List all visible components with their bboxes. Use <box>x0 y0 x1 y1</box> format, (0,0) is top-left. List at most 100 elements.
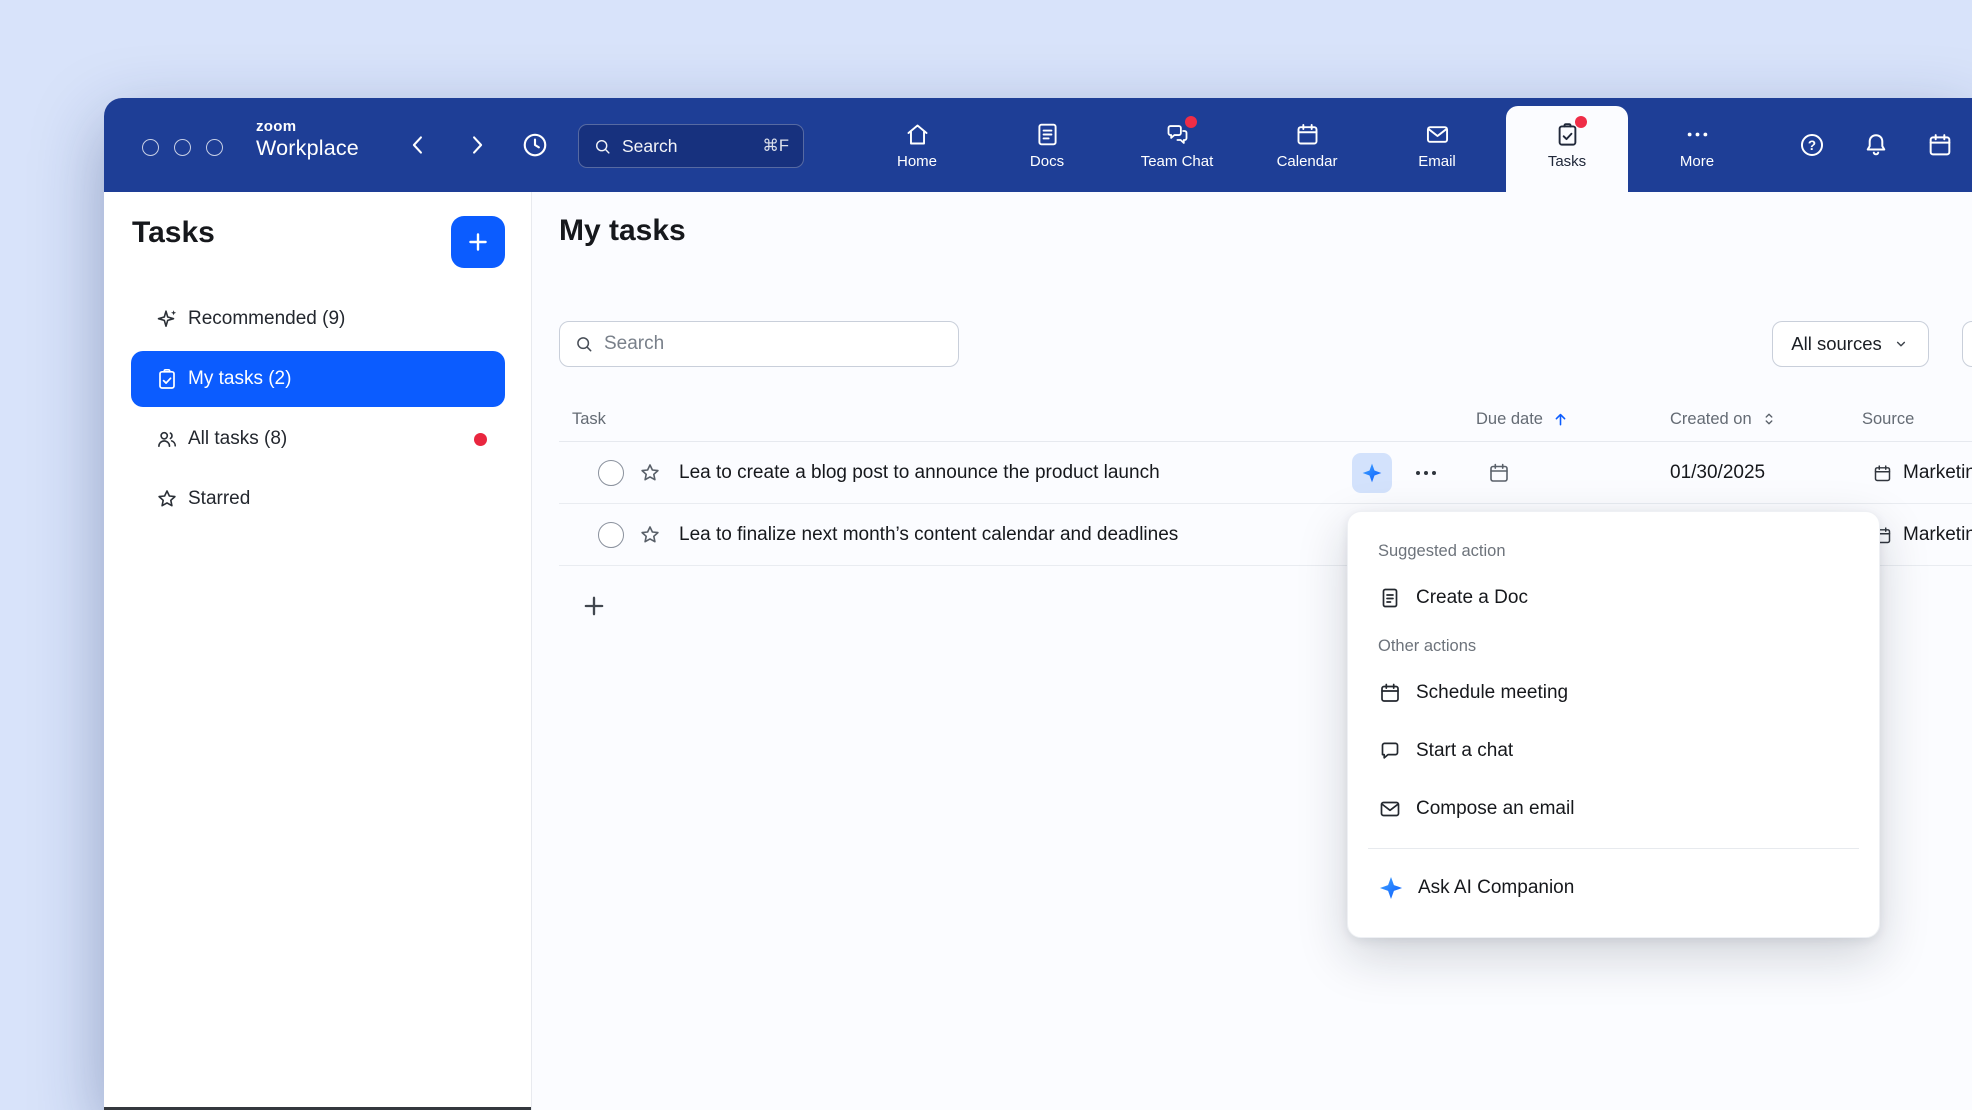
global-search-button[interactable]: Search ⌘F <box>578 124 804 168</box>
menu-item-label: Compose an email <box>1416 798 1574 820</box>
column-header-task[interactable]: Task <box>572 396 606 442</box>
forward-button[interactable] <box>463 131 491 159</box>
window-header: zoom Workplace Search ⌘F Home <box>104 98 1972 192</box>
search-icon <box>574 334 594 354</box>
desktop-background: zoom Workplace Search ⌘F Home <box>0 0 1972 1110</box>
email-icon <box>1378 797 1402 821</box>
people-icon <box>155 427 179 451</box>
doc-icon <box>1378 586 1402 610</box>
nav-label: Home <box>897 154 937 169</box>
task-row: Lea to create a blog post to announce th… <box>559 442 1972 504</box>
logo-zoom-text: zoom <box>256 118 359 135</box>
task-title[interactable]: Lea to finalize next month’s content cal… <box>679 504 1178 566</box>
menu-item-start-chat[interactable]: Start a chat <box>1348 722 1879 780</box>
tasks-icon <box>1554 121 1581 148</box>
header-right-actions: ? <box>1798 131 1954 159</box>
chevron-down-icon <box>1892 335 1910 353</box>
page-title: My tasks <box>559 214 686 248</box>
task-more-actions-button[interactable] <box>1404 453 1448 493</box>
nav-docs[interactable]: Docs <box>982 98 1112 192</box>
task-complete-checkbox[interactable] <box>598 460 624 486</box>
clipped-filter-button[interactable] <box>1962 321 1972 367</box>
task-title[interactable]: Lea to create a blog post to announce th… <box>679 442 1160 504</box>
sidebar-item-my-tasks[interactable]: My tasks (2) <box>131 351 505 407</box>
help-button[interactable]: ? <box>1798 131 1826 159</box>
nav-tasks[interactable]: Tasks <box>1502 98 1632 192</box>
column-header-due-date[interactable]: Due date <box>1476 396 1570 442</box>
menu-item-ask-ai-companion[interactable]: Ask AI Companion <box>1348 859 1879 917</box>
star-icon <box>638 523 662 547</box>
zoom-workplace-window: zoom Workplace Search ⌘F Home <box>104 98 1972 1110</box>
calendar-icon <box>1926 131 1954 159</box>
sources-filter-label: All sources <box>1791 333 1881 355</box>
sources-filter-button[interactable]: All sources <box>1772 321 1929 367</box>
sort-ascending-icon <box>1551 410 1570 429</box>
nav-email[interactable]: Email <box>1372 98 1502 192</box>
column-header-created-on[interactable]: Created on <box>1670 396 1778 442</box>
sidebar-item-all-tasks[interactable]: All tasks (8) <box>131 411 505 467</box>
set-due-date-button[interactable] <box>1487 461 1511 485</box>
menu-section-heading: Other actions <box>1348 627 1879 664</box>
nav-calendar[interactable]: Calendar <box>1242 98 1372 192</box>
ai-actions-button[interactable] <box>1352 453 1392 493</box>
window-minimize-button[interactable] <box>174 139 191 156</box>
chat-bubble-icon <box>1378 739 1402 763</box>
sidebar-item-label: My tasks (2) <box>188 368 291 390</box>
sidebar-item-label: All tasks (8) <box>188 428 287 450</box>
add-task-button[interactable] <box>580 592 608 620</box>
global-search-label: Search <box>622 136 752 157</box>
tasks-sidebar: Tasks Recommended (9) My tasks (2) All t… <box>104 192 532 1110</box>
column-label: Created on <box>1670 410 1752 429</box>
ai-actions-menu: Suggested action Create a Doc Other acti… <box>1347 511 1880 938</box>
column-label: Due date <box>1476 410 1543 429</box>
more-icon <box>1684 121 1711 148</box>
star-task-button[interactable] <box>638 523 662 547</box>
logo-workplace-text: Workplace <box>256 135 359 162</box>
task-source: Marketing <box>1872 442 1972 504</box>
star-icon <box>638 461 662 485</box>
notifications-button[interactable] <box>1862 131 1890 159</box>
back-button[interactable] <box>404 131 432 159</box>
menu-item-label: Ask AI Companion <box>1418 877 1574 899</box>
unread-badge-dot <box>474 433 487 446</box>
nav-label: Tasks <box>1548 154 1586 169</box>
window-zoom-button[interactable] <box>206 139 223 156</box>
menu-section-heading: Suggested action <box>1348 532 1879 569</box>
search-icon <box>593 137 612 156</box>
sidebar-title: Tasks <box>132 216 215 250</box>
sidebar-item-recommended[interactable]: Recommended (9) <box>131 291 505 347</box>
nav-label: Email <box>1418 154 1456 169</box>
unread-badge-dot <box>1575 116 1587 128</box>
sidebar-item-starred[interactable]: Starred <box>131 471 505 527</box>
new-task-button[interactable] <box>451 216 505 268</box>
menu-item-schedule-meeting[interactable]: Schedule meeting <box>1348 664 1879 722</box>
window-close-button[interactable] <box>142 139 159 156</box>
chevron-right-icon <box>463 131 491 159</box>
ai-companion-star-icon <box>1378 875 1404 901</box>
column-header-source[interactable]: Source <box>1862 396 1914 442</box>
nav-more[interactable]: More <box>1632 98 1762 192</box>
menu-item-compose-email[interactable]: Compose an email <box>1348 780 1879 838</box>
task-table-header: Task Due date Created on Source <box>559 396 1972 442</box>
nav-label: Docs <box>1030 154 1064 169</box>
window-controls <box>142 139 223 156</box>
menu-item-label: Start a chat <box>1416 740 1513 762</box>
nav-label: Calendar <box>1277 154 1338 169</box>
menu-item-create-doc[interactable]: Create a Doc <box>1348 569 1879 627</box>
sidebar-item-label: Starred <box>188 488 250 510</box>
menu-item-label: Create a Doc <box>1416 587 1528 609</box>
nav-team-chat[interactable]: Team Chat <box>1112 98 1242 192</box>
task-created-date: 01/30/2025 <box>1670 442 1765 504</box>
nav-home[interactable]: Home <box>852 98 982 192</box>
history-button[interactable] <box>520 130 550 160</box>
help-icon: ? <box>1798 131 1826 159</box>
calendar-icon <box>1294 121 1321 148</box>
scheduler-button[interactable] <box>1926 131 1954 159</box>
star-task-button[interactable] <box>638 461 662 485</box>
primary-navigation: Home Docs Team Chat Calendar <box>852 98 1762 192</box>
calendar-icon <box>1872 463 1893 484</box>
task-search-input[interactable] <box>604 333 944 355</box>
email-icon <box>1424 121 1451 148</box>
sidebar-item-label: Recommended (9) <box>188 308 345 330</box>
task-complete-checkbox[interactable] <box>598 522 624 548</box>
